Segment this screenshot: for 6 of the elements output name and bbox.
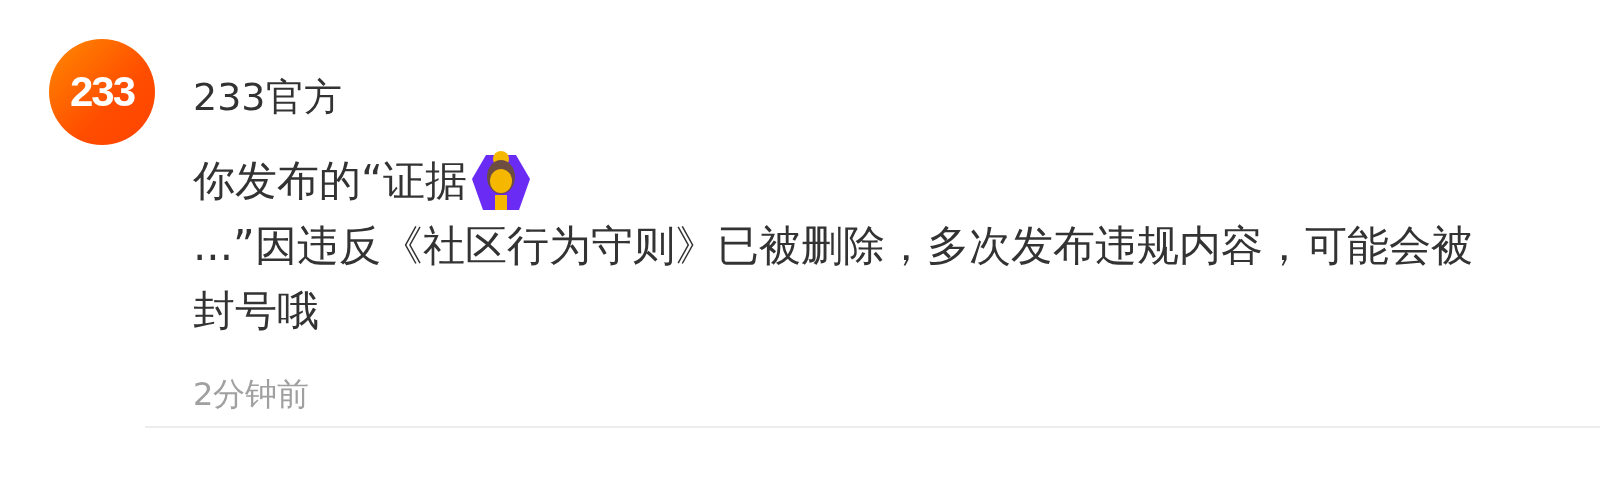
message-text: ...”因违反《社区行为守则》已被删除，多次发布违规内容，可能会被封号哦: [193, 220, 1474, 337]
person-gesture-icon: [470, 150, 531, 211]
sender-name: 233官方: [193, 74, 343, 120]
timestamp: 2分钟前: [193, 374, 311, 415]
avatar-logo[interactable]: 233: [49, 39, 155, 145]
message-text: 你发布的“证据: [193, 155, 467, 207]
